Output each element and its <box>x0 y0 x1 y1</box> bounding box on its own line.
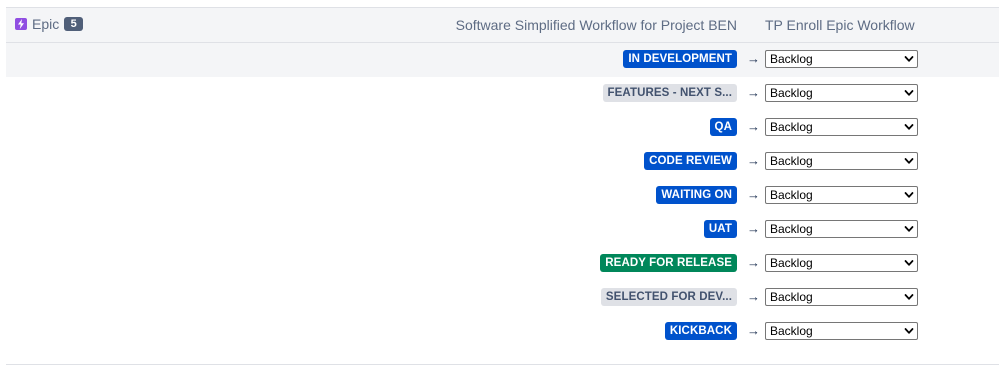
status-mapping-page: Epic 5 Software Simplified Workflow for … <box>0 0 999 368</box>
status-lozenge: READY FOR RELEASE <box>600 254 737 272</box>
target-status-value: Backlog <box>770 256 813 270</box>
chevron-down-icon <box>904 90 914 96</box>
mapping-row: UAT → Backlog <box>6 213 999 247</box>
chevron-down-icon <box>904 124 914 130</box>
table-bottom-divider <box>6 364 999 365</box>
chevron-down-icon <box>904 260 914 266</box>
target-status-select[interactable]: Backlog <box>765 152 918 170</box>
target-status-select[interactable]: Backlog <box>765 84 918 102</box>
target-status-select[interactable]: Backlog <box>765 186 918 204</box>
mapping-row: FEATURES - NEXT S... → Backlog <box>6 77 999 111</box>
arrow-right-icon: → <box>747 119 760 134</box>
target-status-value: Backlog <box>770 290 813 304</box>
chevron-down-icon <box>904 294 914 300</box>
chevron-down-icon <box>904 158 914 164</box>
target-status-select[interactable]: Backlog <box>765 254 918 272</box>
target-status-select[interactable]: Backlog <box>765 50 918 68</box>
target-status-select[interactable]: Backlog <box>765 220 918 238</box>
target-status-value: Backlog <box>770 324 813 338</box>
issue-type-heading: Epic 5 <box>15 16 84 32</box>
target-status-select[interactable]: Backlog <box>765 322 918 340</box>
chevron-down-icon <box>904 192 914 198</box>
target-status-select[interactable]: Backlog <box>765 118 918 136</box>
mapping-rows: IN DEVELOPMENT → Backlog FEATURES - NEXT… <box>6 43 999 349</box>
status-lozenge: WAITING ON <box>656 186 737 204</box>
issue-type-label: Epic <box>32 16 60 32</box>
mapping-row: QA → Backlog <box>6 111 999 145</box>
table-header: Epic 5 Software Simplified Workflow for … <box>6 8 999 43</box>
target-status-value: Backlog <box>770 86 813 100</box>
status-mapping-table: Epic 5 Software Simplified Workflow for … <box>6 7 999 349</box>
mapping-row: KICKBACK → Backlog <box>6 315 999 349</box>
target-status-select[interactable]: Backlog <box>765 288 918 306</box>
mapping-row: IN DEVELOPMENT → Backlog <box>6 43 999 77</box>
mapping-row: WAITING ON → Backlog <box>6 179 999 213</box>
status-lozenge: KICKBACK <box>664 322 737 340</box>
source-workflow-heading: Software Simplified Workflow for Project… <box>455 17 737 33</box>
lightning-icon <box>15 18 27 30</box>
status-lozenge: QA <box>709 118 737 136</box>
arrow-right-icon: → <box>747 153 760 168</box>
status-lozenge: IN DEVELOPMENT <box>623 50 737 68</box>
status-lozenge: SELECTED FOR DEV... <box>600 288 737 306</box>
mapping-row: SELECTED FOR DEV... → Backlog <box>6 281 999 315</box>
chevron-down-icon <box>904 226 914 232</box>
arrow-right-icon: → <box>747 323 760 338</box>
issue-count-badge: 5 <box>64 17 84 31</box>
target-status-value: Backlog <box>770 52 813 66</box>
arrow-right-icon: → <box>747 289 760 304</box>
target-status-value: Backlog <box>770 188 813 202</box>
arrow-right-icon: → <box>747 85 760 100</box>
chevron-down-icon <box>904 56 914 62</box>
target-status-value: Backlog <box>770 222 813 236</box>
status-lozenge: CODE REVIEW <box>644 152 737 170</box>
chevron-down-icon <box>904 328 914 334</box>
arrow-right-icon: → <box>747 51 760 66</box>
arrow-right-icon: → <box>747 221 760 236</box>
arrow-right-icon: → <box>747 187 760 202</box>
mapping-row: CODE REVIEW → Backlog <box>6 145 999 179</box>
target-status-value: Backlog <box>770 154 813 168</box>
target-status-value: Backlog <box>770 120 813 134</box>
status-lozenge: UAT <box>703 220 737 238</box>
arrow-right-icon: → <box>747 255 760 270</box>
status-lozenge: FEATURES - NEXT S... <box>602 84 737 102</box>
target-workflow-heading: TP Enroll Epic Workflow <box>765 17 915 33</box>
mapping-row: READY FOR RELEASE → Backlog <box>6 247 999 281</box>
